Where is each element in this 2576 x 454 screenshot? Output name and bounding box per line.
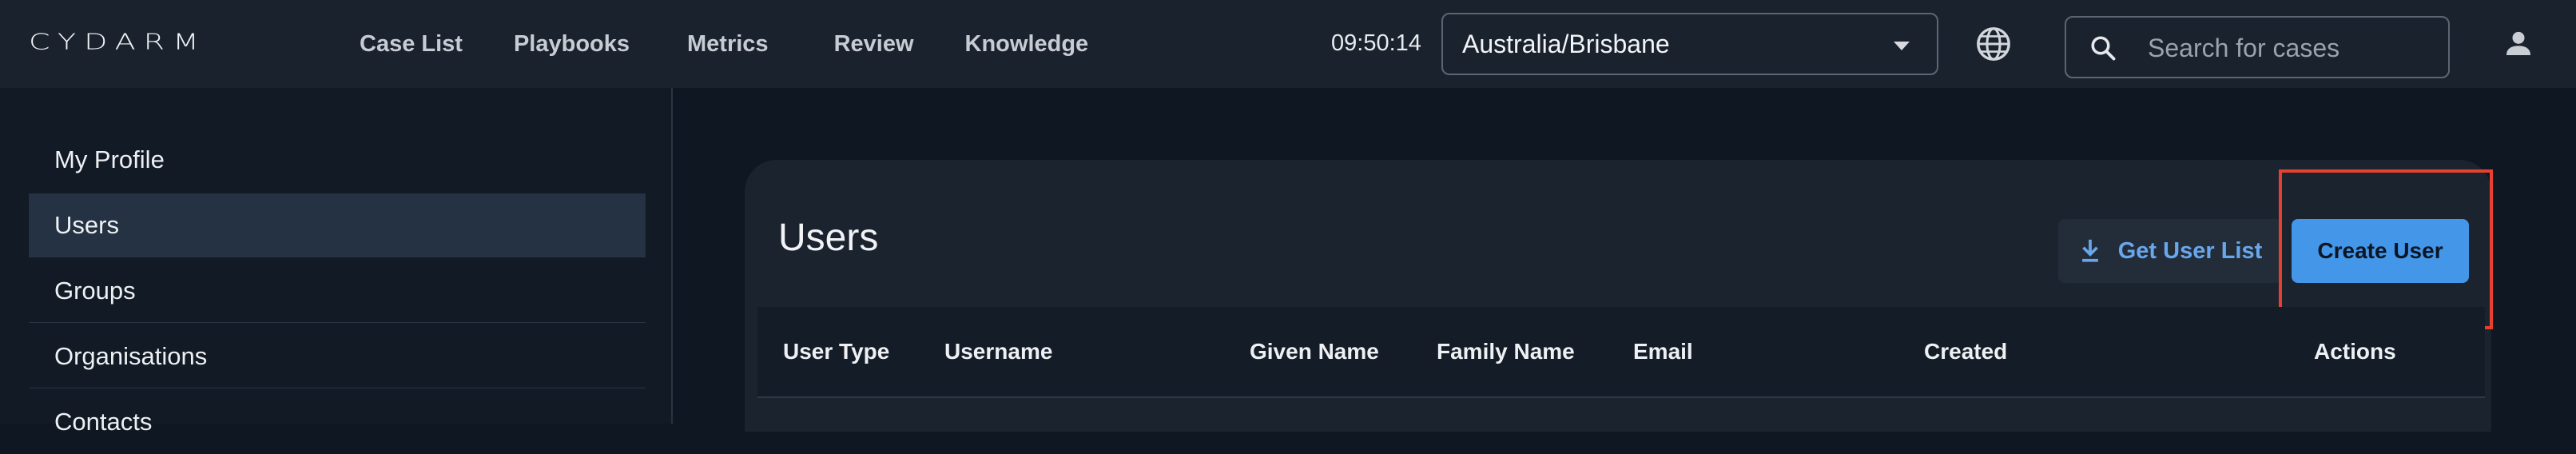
main-nav: Case List Playbooks Metrics Review Knowl… [360,0,1088,88]
globe-icon[interactable] [1975,26,2012,62]
sidebar-item-groups[interactable]: Groups [29,259,646,323]
timezone-value: Australia/Brisbane [1462,29,1670,58]
top-navbar: CYDARM Case List Playbooks Metrics Revie… [0,0,2576,88]
create-user-button[interactable]: Create User [2292,219,2469,283]
column-email[interactable]: Email [1633,307,1693,396]
sidebar-item-label: My Profile [54,145,165,173]
download-icon [2081,239,2098,262]
sidebar: My Profile Users Groups Organisations Co… [0,88,673,436]
column-user-type[interactable]: User Type [783,307,889,396]
table-header: User Type Username Given Name Family Nam… [757,307,2485,398]
nav-review[interactable]: Review [834,31,914,58]
sidebar-item-users[interactable]: Users [29,193,646,257]
sidebar-item-my-profile[interactable]: My Profile [29,128,646,192]
column-given-name[interactable]: Given Name [1250,307,1379,396]
nav-playbooks[interactable]: Playbooks [514,31,630,58]
sidebar-item-contacts[interactable]: Contacts [29,390,646,454]
sidebar-item-organisations[interactable]: Organisations [29,325,646,388]
user-icon[interactable] [2502,27,2534,59]
timezone-select[interactable]: Australia/Brisbane [1441,13,1938,75]
column-created[interactable]: Created [1924,307,2007,396]
sidebar-item-label: Groups [54,276,136,305]
main-content: Users Get User List Create User User Typ… [673,88,2576,432]
search-icon[interactable] [2089,34,2117,62]
sidebar-item-label: Users [54,210,119,239]
sidebar-item-label: Contacts [54,408,153,436]
page-title: Users [778,217,879,259]
sidebar-item-label: Organisations [54,341,208,370]
clock: 09:50:14 [1331,30,1421,56]
logo[interactable]: CYDARM [29,24,297,59]
column-username[interactable]: Username [944,307,1052,396]
nav-metrics[interactable]: Metrics [687,31,769,58]
nav-knowledge[interactable]: Knowledge [965,31,1089,58]
search-box [2065,16,2450,78]
nav-case-list[interactable]: Case List [360,31,463,58]
chevron-down-icon [1894,42,1910,50]
table-body [757,398,2485,424]
get-user-list-button[interactable]: Get User List [2058,219,2282,283]
column-family-name[interactable]: Family Name [1437,307,1575,396]
get-user-list-label: Get User List [2117,237,2263,264]
search-input[interactable] [2146,26,2437,70]
logo-text: CYDARM [29,29,207,54]
column-actions: Actions [2314,339,2396,364]
